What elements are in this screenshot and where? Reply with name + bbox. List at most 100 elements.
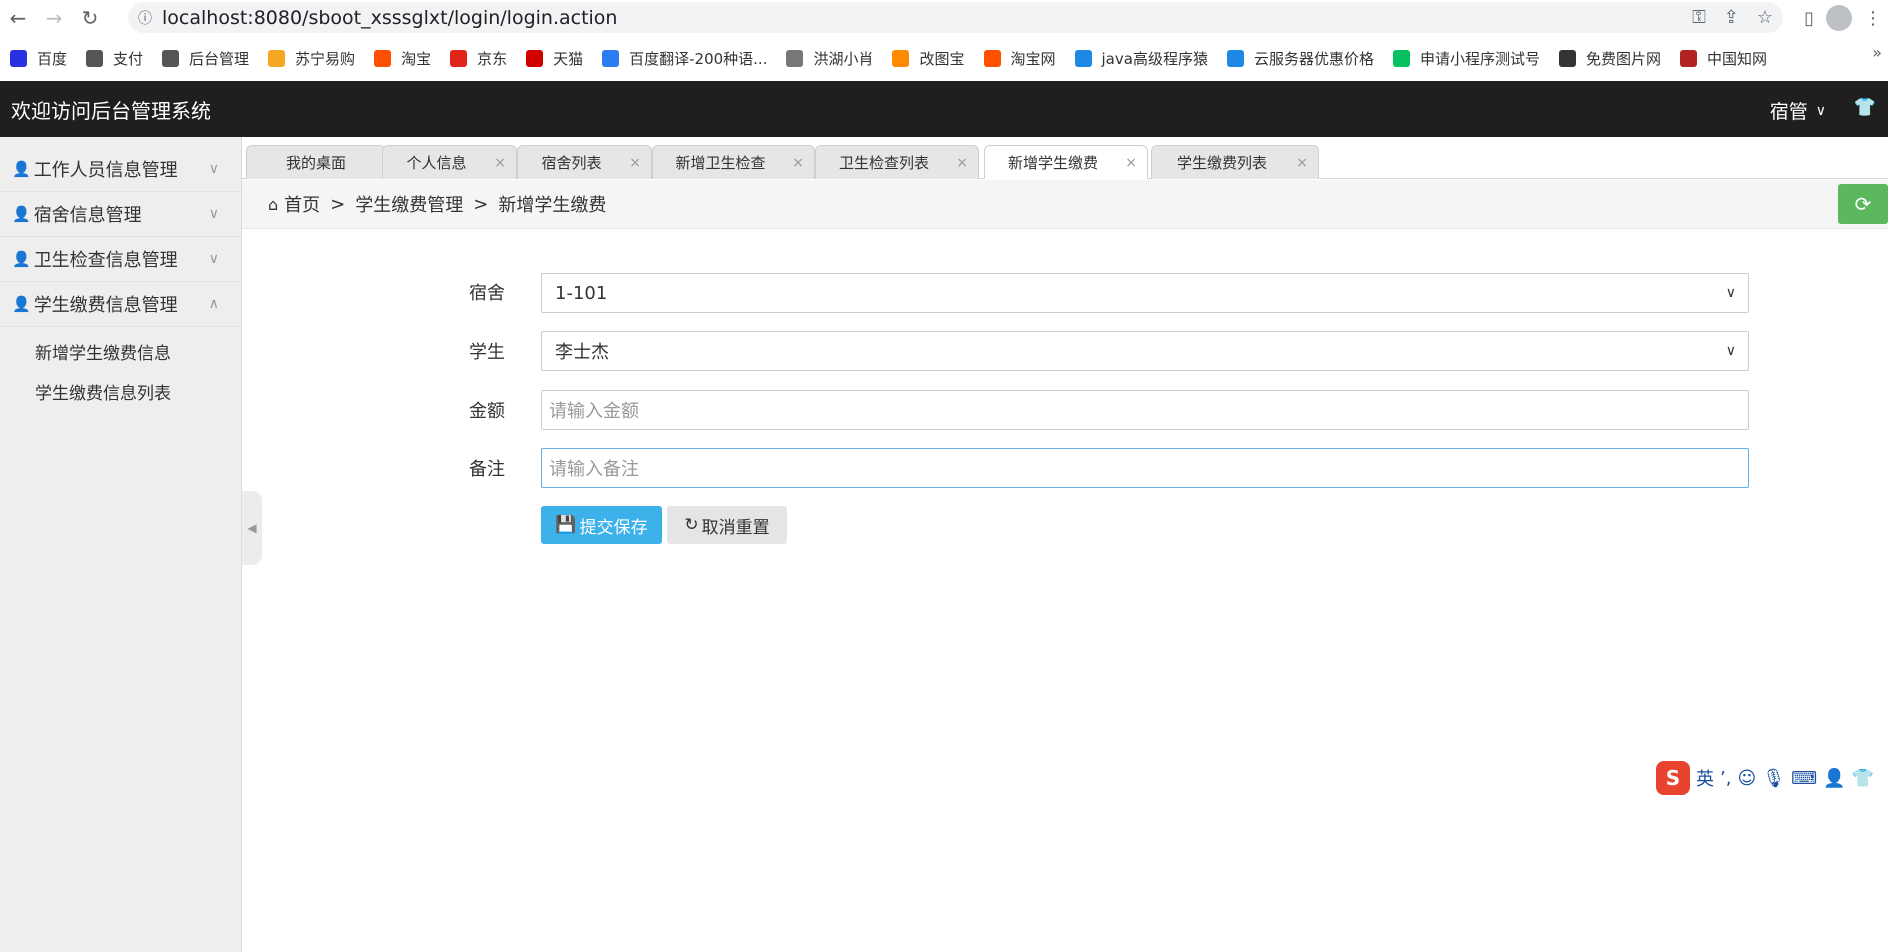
- bookmark-item[interactable]: 洪湖小肖: [786, 48, 873, 69]
- address-bar[interactable]: ⓘ localhost:8080/sboot_xsssglxt/login/lo…: [128, 2, 1783, 33]
- sidebar-subitem-add-payment[interactable]: 新增学生缴费信息: [0, 331, 241, 371]
- sogou-logo[interactable]: S: [1656, 761, 1690, 795]
- app-title: 欢迎访问后台管理系统: [11, 99, 211, 123]
- remark-label: 备注: [469, 459, 505, 480]
- user-menu[interactable]: 宿管 ∨: [1770, 97, 1826, 124]
- tab-payment-list[interactable]: 学生缴费列表 ×: [1151, 145, 1319, 179]
- cnki-icon: [1680, 49, 1697, 67]
- ime-mode[interactable]: 英: [1696, 765, 1714, 791]
- bookmarks-bar: 百度 支付 后台管理 苏宁易购 淘宝 京东 天猫 百度翻译-200种语... 洪湖小肖 改图宝 淘宝…: [0, 43, 1888, 73]
- tab-add-payment[interactable]: 新增学生缴费 ×: [984, 145, 1148, 179]
- bookmark-item[interactable]: 申请小程序测试号: [1392, 48, 1540, 69]
- side-panel-icon[interactable]: ▯: [1804, 8, 1814, 29]
- share-icon[interactable]: ⇪: [1724, 7, 1739, 28]
- refresh-button[interactable]: ⟳: [1838, 184, 1888, 224]
- bookmark-item[interactable]: 免费图片网: [1558, 48, 1661, 69]
- star-icon[interactable]: ☆: [1757, 7, 1773, 28]
- cancel-reset-button[interactable]: ↻ 取消重置: [667, 506, 787, 544]
- bookmark-item[interactable]: 苏宁易购: [268, 48, 355, 69]
- amount-input[interactable]: 请输入金额: [541, 390, 1749, 430]
- sidebar-item-payment[interactable]: 👤 学生缴费信息管理 ∧: [0, 282, 241, 327]
- chevron-down-icon: ∨: [208, 206, 219, 222]
- close-icon[interactable]: ×: [956, 155, 968, 171]
- close-icon[interactable]: ×: [494, 155, 506, 171]
- close-icon[interactable]: ×: [792, 155, 804, 171]
- save-icon: 💾: [555, 515, 577, 535]
- bookmark-label: 申请小程序测试号: [1419, 49, 1540, 68]
- bookmark-label: 改图宝: [919, 49, 965, 68]
- bookmark-item[interactable]: 支付: [86, 48, 143, 69]
- sidebar-item-hygiene[interactable]: 👤 卫生检查信息管理 ∨: [0, 237, 241, 282]
- tab-bar: 我的桌面 个人信息 × 宿舍列表 × 新增卫生检查 × 卫生检查列表 × 新增学…: [242, 137, 1888, 179]
- user-icon[interactable]: 👤: [1823, 768, 1845, 789]
- bookmark-item[interactable]: 京东: [450, 48, 507, 69]
- site-info-icon[interactable]: ⓘ: [128, 8, 162, 28]
- student-select[interactable]: 李士杰 ∨: [541, 331, 1749, 371]
- translate-icon: [602, 49, 620, 67]
- back-arrow-icon[interactable]: ←: [0, 0, 36, 36]
- bookmark-item[interactable]: 淘宝网: [983, 48, 1056, 69]
- reset-icon: ↻: [684, 515, 699, 535]
- sidebar-item-dorm[interactable]: 👤 宿舍信息管理 ∨: [0, 192, 241, 237]
- bookmark-label: 中国知网: [1707, 49, 1768, 68]
- sidebar-collapse-handle[interactable]: ◀: [242, 491, 262, 565]
- chevron-down-icon: ∨: [208, 251, 219, 267]
- bookmark-item[interactable]: 百度: [10, 48, 67, 69]
- suning-icon: [268, 49, 286, 67]
- close-icon[interactable]: ×: [1125, 155, 1137, 171]
- tab-profile[interactable]: 个人信息 ×: [382, 145, 517, 179]
- bookmarks-overflow-icon[interactable]: »: [1872, 43, 1882, 62]
- dorm-select-value: 1-101: [555, 282, 608, 304]
- user-icon: 👤: [12, 250, 31, 268]
- chevron-up-icon: ∧: [208, 296, 219, 312]
- app-header: 欢迎访问后台管理系统 宿管 ∨ 👕: [0, 81, 1888, 137]
- bookmark-item[interactable]: 天猫: [526, 48, 583, 69]
- close-icon[interactable]: ×: [629, 155, 641, 171]
- sidebar-item-label: 工作人员信息管理: [33, 160, 178, 181]
- chevron-down-icon: ∨: [1725, 285, 1736, 301]
- bookmark-item[interactable]: 后台管理: [162, 48, 249, 69]
- submit-label: 提交保存: [579, 517, 648, 538]
- chevron-down-icon: ∨: [208, 161, 219, 177]
- bookmark-item[interactable]: 改图宝: [892, 48, 965, 69]
- sidebar-subitem-payment-list[interactable]: 学生缴费信息列表: [0, 371, 241, 411]
- bilibili-icon: [1074, 49, 1092, 67]
- sidebar-item-staff[interactable]: 👤 工作人员信息管理 ∨: [0, 147, 241, 192]
- breadcrumb-home[interactable]: 首页: [284, 191, 320, 217]
- amount-placeholder: 请输入金额: [549, 401, 639, 422]
- browser-toolbar: ← → ↻ ⓘ localhost:8080/sboot_xsssglxt/lo…: [0, 0, 1888, 36]
- bookmark-label: 淘宝网: [1010, 49, 1056, 68]
- close-icon[interactable]: ×: [1296, 155, 1308, 171]
- baidu-icon: [10, 49, 27, 67]
- forward-arrow-icon[interactable]: →: [36, 0, 72, 36]
- breadcrumb: ⌂ 首页 > 学生缴费管理 > 新增学生缴费 ⟳: [242, 180, 1888, 229]
- tab-add-hygiene[interactable]: 新增卫生检查 ×: [652, 145, 815, 179]
- remark-input[interactable]: 请输入备注: [541, 448, 1749, 488]
- bookmark-item[interactable]: 淘宝: [374, 48, 431, 69]
- bookmark-item[interactable]: java高级程序猿: [1074, 48, 1208, 69]
- more-menu-icon[interactable]: ⋮: [1864, 8, 1882, 29]
- tab-hygiene-list[interactable]: 卫生检查列表 ×: [815, 145, 979, 179]
- dorm-select[interactable]: 1-101 ∨: [541, 273, 1749, 313]
- globe-icon: [162, 49, 180, 67]
- keyboard-icon[interactable]: ⌨: [1791, 768, 1817, 789]
- reload-icon[interactable]: ↻: [72, 0, 108, 36]
- tmall-icon: [526, 49, 544, 67]
- tab-desktop[interactable]: 我的桌面: [246, 145, 386, 179]
- microphone-icon[interactable]: 🎙: [1762, 768, 1785, 789]
- shirt-icon[interactable]: 👕: [1851, 768, 1873, 789]
- submit-save-button[interactable]: 💾 提交保存: [541, 506, 662, 544]
- refresh-icon: ⟳: [1854, 192, 1872, 216]
- bookmark-item[interactable]: 云服务器优惠价格: [1226, 48, 1374, 69]
- emoji-icon[interactable]: ☺: [1737, 768, 1756, 789]
- tab-dorm-list[interactable]: 宿舍列表 ×: [517, 145, 652, 179]
- tab-label: 卫生检查列表: [838, 154, 929, 172]
- bookmark-item[interactable]: 中国知网: [1680, 48, 1767, 69]
- breadcrumb-level2: 新增学生缴费: [498, 195, 607, 216]
- key-icon[interactable]: ⚿: [1692, 7, 1706, 28]
- breadcrumb-level1[interactable]: 学生缴费管理: [355, 191, 463, 217]
- punctuation-icon[interactable]: ’,: [1720, 768, 1731, 789]
- bookmark-item[interactable]: 百度翻译-200种语...: [602, 48, 767, 69]
- profile-avatar[interactable]: [1826, 5, 1852, 31]
- shirt-icon[interactable]: 👕: [1854, 97, 1876, 118]
